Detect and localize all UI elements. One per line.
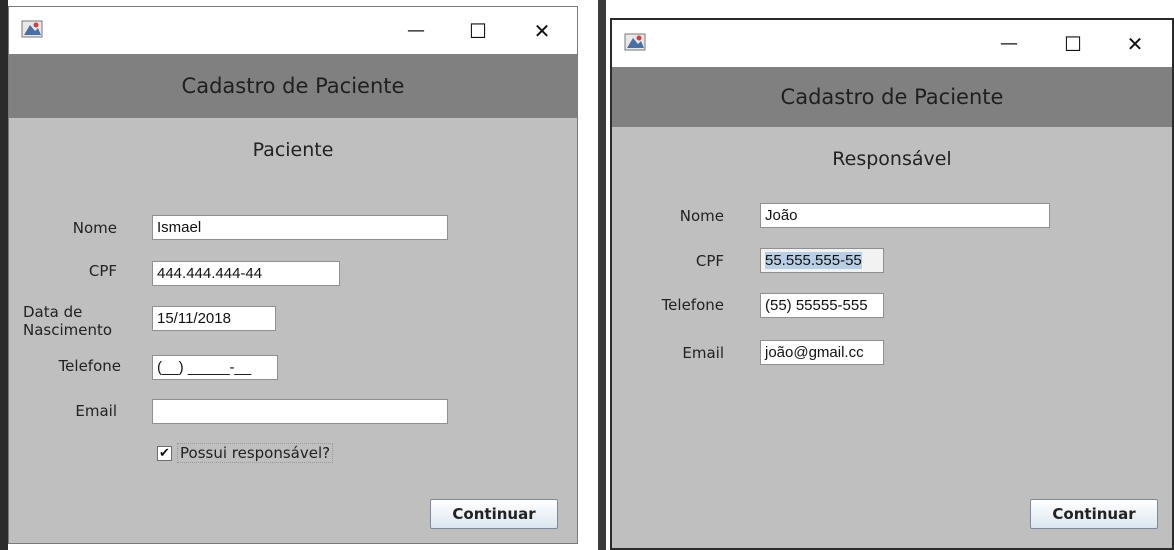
telefone-label: Telefone [661,296,724,314]
possui-responsavel-checkbox-row[interactable]: ✔ Possui responsável? [157,443,334,463]
cpf-field[interactable]: 444.444.444-44 [152,261,340,286]
check-mark-icon: ✔ [159,445,170,461]
continuar-button[interactable]: Continuar [430,499,558,529]
section-title: Paciente [252,139,334,161]
desktop-light-strip [578,0,600,550]
window-responsavel: — ☐ ✕ Cadastro de Paciente Responsável N… [610,18,1174,550]
desktop-dark-top [606,0,1174,20]
email-field[interactable] [152,399,448,424]
maximize-button[interactable]: ☐ [1050,20,1096,67]
close-button[interactable]: ✕ [1112,20,1158,67]
possui-responsavel-checkbox[interactable]: ✔ [157,445,172,461]
java-app-icon [624,33,646,51]
email-label: Email [75,402,117,420]
data-nascimento-label-line2: Nascimento [23,321,113,339]
close-button[interactable]: ✕ [519,7,565,54]
nome-label: Nome [679,207,724,225]
cpf-field[interactable]: 55.555.555-55 [760,248,884,273]
title-bar: — ☐ ✕ [9,7,577,54]
data-nascimento-field[interactable]: 15/11/2018 [152,306,276,331]
telefone-field[interactable]: (__) _____-__ [152,355,278,380]
cpf-value: 55.555.555-55 [765,252,862,269]
nome-label: Nome [72,219,117,237]
minimize-button[interactable]: — [393,7,439,54]
window-paciente: — ☐ ✕ Cadastro de Paciente Paciente Nome… [8,6,578,544]
email-label: Email [682,344,724,362]
telefone-field[interactable]: (55) 55555-555 [760,293,884,318]
continuar-button[interactable]: Continuar [1030,499,1158,529]
data-nascimento-label-line1: Data de [23,303,83,321]
email-field[interactable]: joão@gmail.cc [760,340,884,365]
minimize-button[interactable]: — [986,20,1032,67]
java-app-icon [21,20,43,38]
nome-field[interactable]: Ismael [152,215,448,240]
header-banner: Cadastro de Paciente [9,54,577,118]
nome-field[interactable]: João [760,203,1050,228]
header-title: Cadastro de Paciente [780,85,1004,109]
title-bar: — ☐ ✕ [612,20,1172,67]
telefone-label: Telefone [58,357,121,375]
desktop-dark-strip-right [598,0,606,550]
cpf-label: CPF [88,262,117,280]
maximize-button[interactable]: ☐ [455,7,501,54]
cpf-label: CPF [695,252,724,270]
section-title: Responsável [832,148,952,170]
header-banner: Cadastro de Paciente [612,67,1172,127]
possui-responsavel-label[interactable]: Possui responsável? [177,443,334,463]
header-title: Cadastro de Paciente [181,74,405,98]
desktop-dark-strip [0,0,8,550]
